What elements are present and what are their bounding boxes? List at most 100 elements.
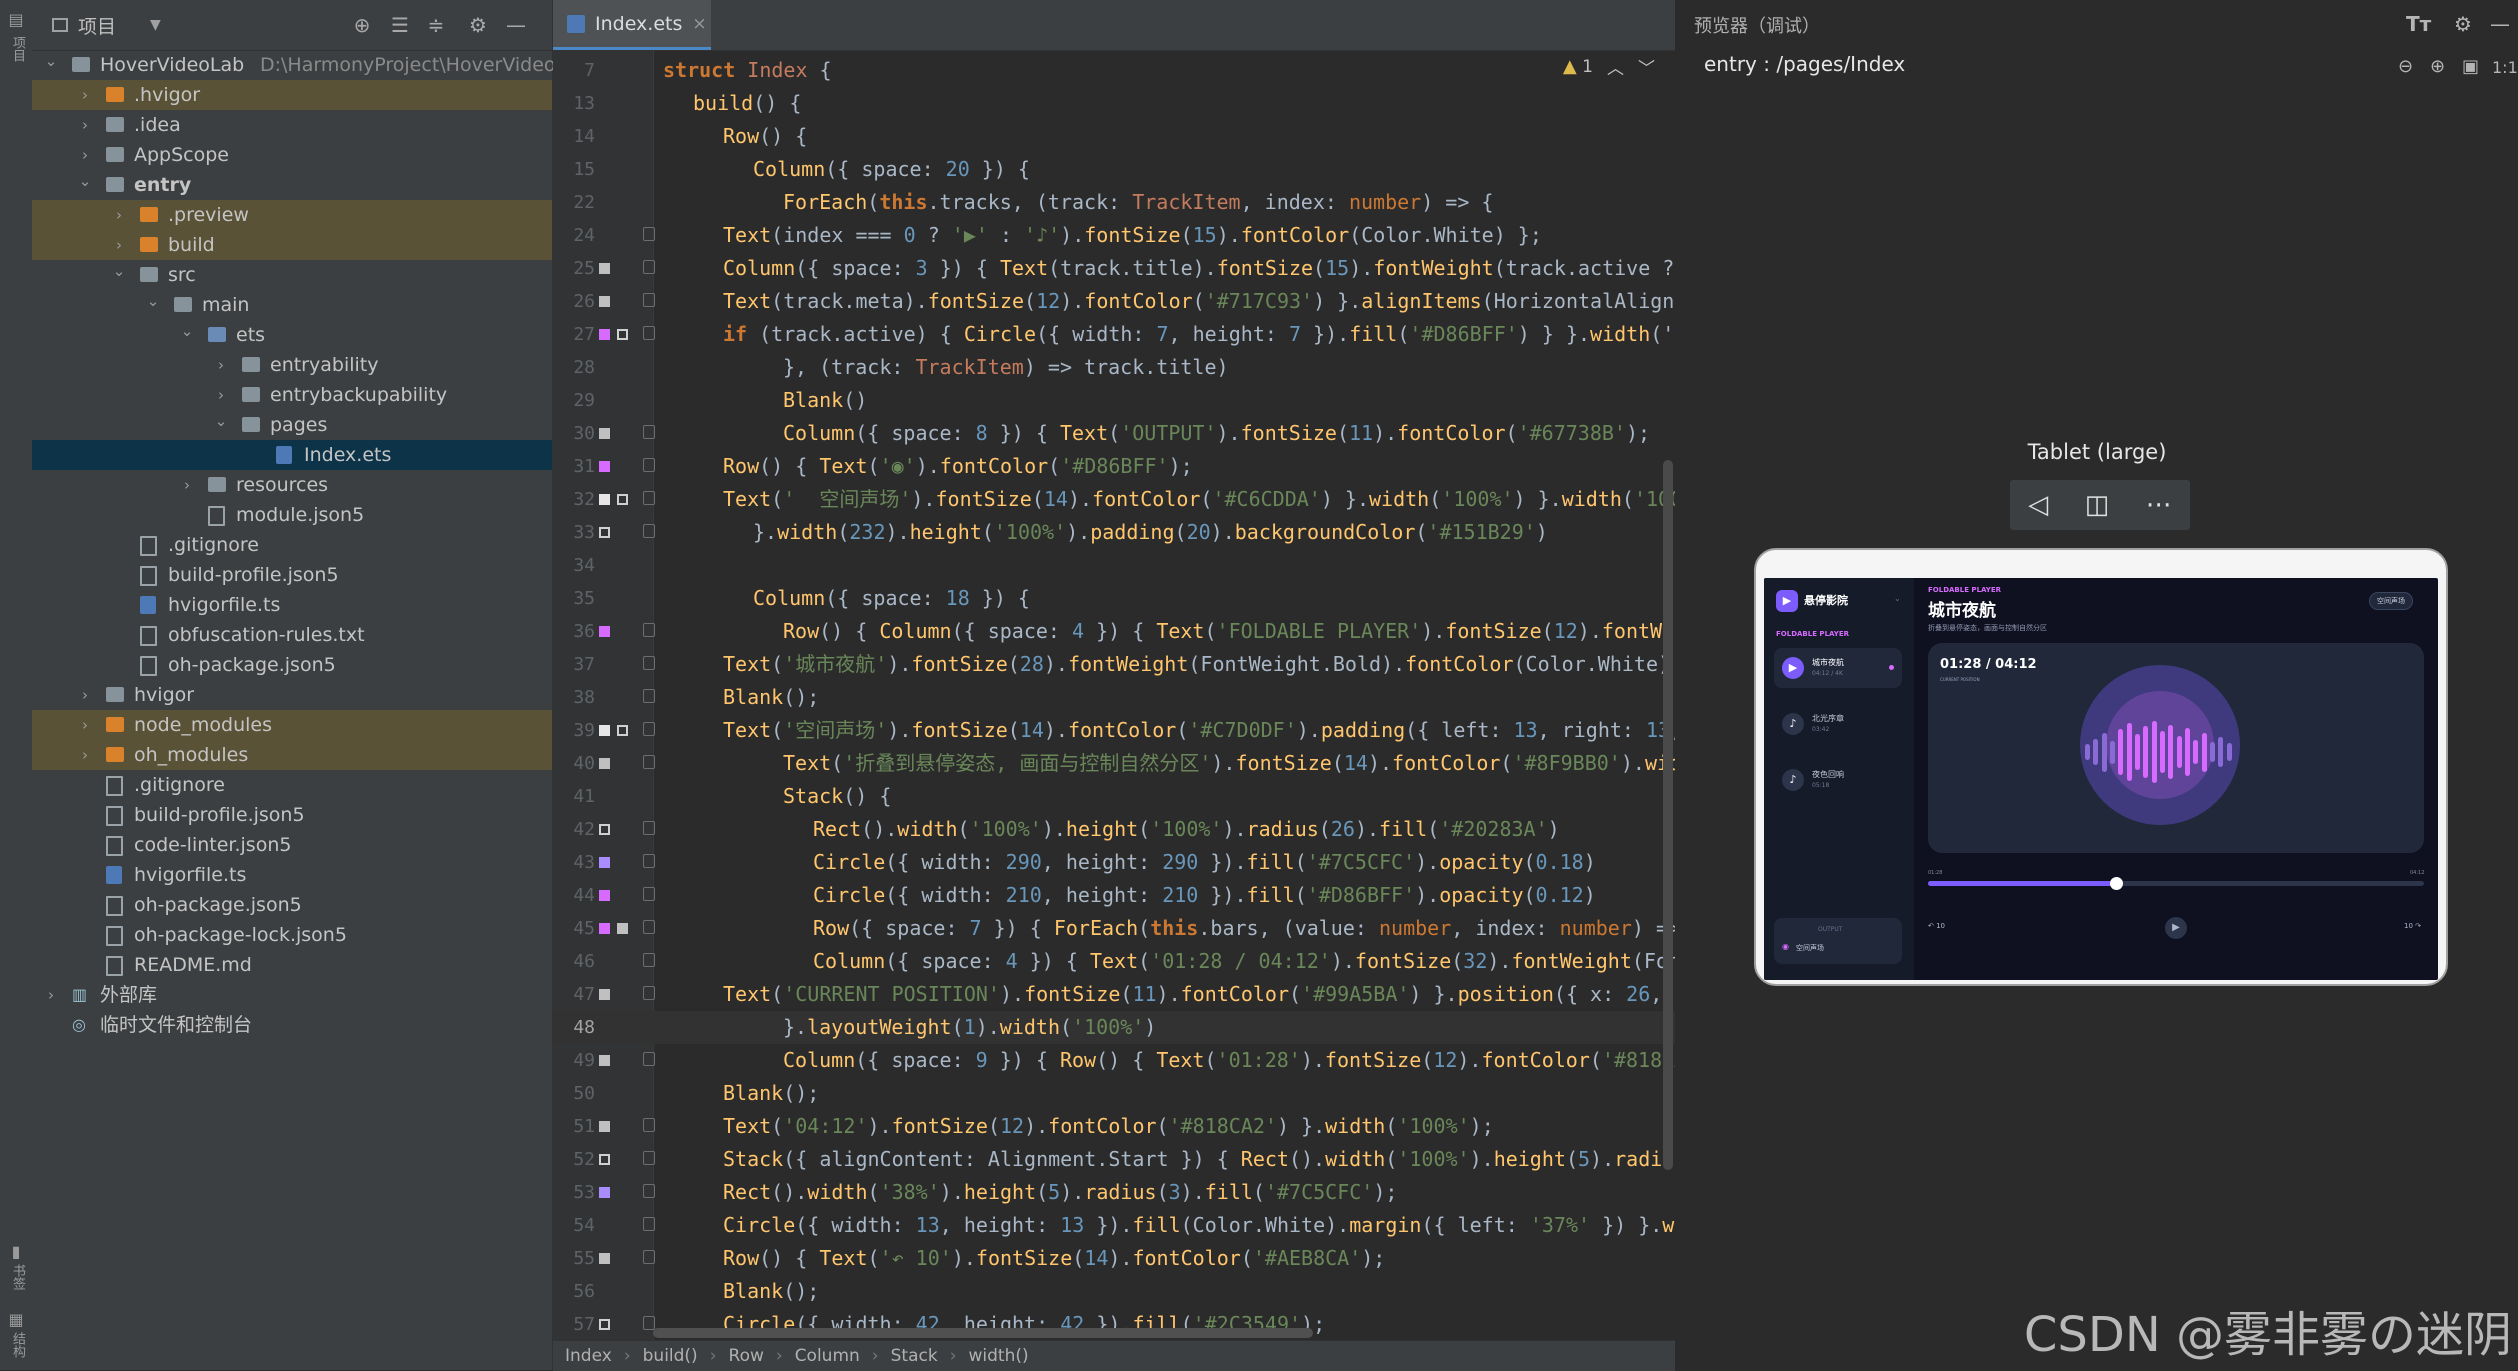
color-swatch-icon[interactable] [599,461,610,472]
fold-icon[interactable] [643,1118,655,1132]
expand-all-icon[interactable]: ☰ [388,13,412,37]
tree-item[interactable]: build-profile.json5 [32,800,552,830]
fold-icon[interactable] [643,953,655,967]
rewind-button[interactable]: ↶ 10 [1928,922,1945,930]
code-line[interactable]: 39 Text('空间声场').fontSize(14).fontColor('#… [553,714,1675,747]
chevron-right-icon[interactable]: › [78,710,92,740]
fit-screen-icon[interactable]: ▣ [2462,56,2479,77]
previous-highlight-icon[interactable]: ︿ [1607,54,1624,79]
code-line[interactable]: 47 Text('CURRENT POSITION').fontSize(11).… [553,978,1675,1011]
color-swatch-icon[interactable] [617,329,628,340]
tree-item[interactable]: › oh_modules [32,740,552,770]
fold-icon[interactable] [643,1217,655,1231]
tree-item[interactable]: .gitignore [32,770,552,800]
tab-index-ets[interactable]: Index.ets × [553,0,711,50]
inspection-widget[interactable]: ▲ 1 ︿ ﹀ [1563,54,1655,79]
color-swatch-icon[interactable] [617,494,628,505]
fold-icon[interactable] [643,887,655,901]
breadcrumb-item[interactable]: Column [795,1346,860,1366]
code-line[interactable]: 36 Row() { Column({ space: 4 }) { Text('F… [553,615,1675,648]
chevron-down-icon[interactable]: ⌄ [180,316,194,346]
color-swatch-icon[interactable] [599,1055,610,1066]
color-swatch-icon[interactable] [599,494,610,505]
tree-item[interactable]: › AppScope [32,140,552,170]
chevron-right-icon[interactable]: › [44,980,58,1010]
video-stage[interactable]: 01:28 / 04:12 CURRENT POSITION [1928,643,2424,853]
breadcrumb-item[interactable]: Index [565,1346,612,1366]
tree-item[interactable]: › ▥ 外部库 [32,980,552,1010]
code-line[interactable]: 51 Text('04:12').fontSize(12).fontColor('… [553,1110,1675,1143]
project-tool-label[interactable]: 项目 [8,36,27,62]
tree-item[interactable]: code-linter.json5 [32,830,552,860]
code-line[interactable]: 29 Blank() [553,384,1675,417]
gear-icon[interactable]: ⚙ [2454,12,2472,36]
structure-icon[interactable]: ▦ [6,1310,26,1330]
bookmark-icon[interactable]: ▮ [6,1242,26,1262]
color-swatch-icon[interactable] [599,824,610,835]
structure-tool-label[interactable]: 结构 [8,1332,27,1358]
fold-icon[interactable] [643,1184,655,1198]
color-swatch-icon[interactable] [599,428,610,439]
chevron-down-icon[interactable]: ⌄ [1894,594,1901,603]
color-swatch-icon[interactable] [599,1253,610,1264]
fold-icon[interactable] [643,755,655,769]
code-line[interactable]: 52 Stack({ alignContent: Alignment.Start … [553,1143,1675,1176]
fold-icon[interactable] [643,227,655,241]
chevron-down-icon[interactable]: ⌄ [44,46,58,76]
tree-item[interactable]: › build [32,230,552,260]
device-screen[interactable]: ▶ 悬停影院 ⌄ FOLDABLE PLAYER ▶ 城市夜航 04:12 / 4K… [1764,578,2438,980]
progress-bar[interactable] [1928,877,2424,890]
fold-icon[interactable] [643,1250,655,1264]
color-swatch-icon[interactable] [599,725,610,736]
tree-item[interactable]: README.md [32,950,552,980]
output-card[interactable]: OUTPUT ◉ 空间声场 [1774,918,1902,964]
color-swatch-icon[interactable] [599,857,610,868]
tree-item[interactable]: ⌄ main [32,290,552,320]
fold-icon[interactable] [643,425,655,439]
code-line[interactable]: 35 Column({ space: 18 }) { [553,582,1675,615]
collapse-all-icon[interactable]: ≑ [424,13,448,37]
code-line[interactable]: 32 Text(' 空间声场').fontSize(14).fontColor('… [553,483,1675,516]
code-line[interactable]: 24 Text(index === 0 ? '▶' : '♪').fontSize… [553,219,1675,252]
code-line[interactable]: 41 Stack() { [553,780,1675,813]
fold-icon[interactable] [643,986,655,1000]
code-area[interactable]: 7 struct Index {13 build() {14 Row() {15 Col… [553,50,1675,1350]
breadcrumb-item[interactable]: build() [643,1346,698,1366]
sound-chip[interactable]: 空间声场 [2369,592,2413,610]
tree-item[interactable]: › resources [32,470,552,500]
fold-icon[interactable] [643,623,655,637]
tree-item[interactable]: hvigorfile.ts [32,860,552,890]
track-item[interactable]: ▶ 城市夜航 04:12 / 4K [1774,648,1902,688]
code-line[interactable]: 56 Blank(); [553,1275,1675,1308]
color-swatch-icon[interactable] [599,296,610,307]
locate-file-icon[interactable]: ⊕ [350,13,374,37]
close-icon[interactable]: × [692,14,706,34]
tree-item[interactable]: obfuscation-rules.txt [32,620,552,650]
tree-item[interactable]: › .idea [32,110,552,140]
tree-item[interactable]: build-profile.json5 [32,560,552,590]
code-line[interactable]: 37 Text('城市夜航').fontSize(28).fontWeight(F… [553,648,1675,681]
tree-item[interactable]: oh-package.json5 [32,650,552,680]
code-line[interactable]: 30 Column({ space: 8 }) { Text('OUTPUT').… [553,417,1675,450]
code-line[interactable]: 46 Column({ space: 4 }) { Text('01:28 / 0… [553,945,1675,978]
code-line[interactable]: 15 Column({ space: 20 }) { [553,153,1675,186]
fold-icon[interactable] [643,854,655,868]
chevron-right-icon[interactable]: › [78,110,92,140]
chevron-right-icon[interactable]: › [180,470,194,500]
code-line[interactable]: 22 ForEach(this.tracks, (track: TrackItem… [553,186,1675,219]
color-swatch-icon[interactable] [617,923,628,934]
tree-item[interactable]: ⌄ src [32,260,552,290]
tree-item[interactable]: ⌄ HoverVideoLab D:\HarmonyProject\HoverVid… [32,50,590,80]
code-line[interactable]: 27 if (track.active) { Circle({ width: 7,… [553,318,1675,351]
tree-item[interactable]: › entryability [32,350,552,380]
zoom-in-icon[interactable]: ⊕ [2430,56,2445,77]
progress-knob[interactable] [2110,877,2124,890]
breadcrumb-item[interactable]: width() [969,1346,1029,1366]
fold-icon[interactable] [643,1151,655,1165]
fold-icon[interactable] [643,920,655,934]
chevron-right-icon[interactable]: › [78,80,92,110]
tree-item[interactable]: ⌄ entry [32,170,552,200]
color-swatch-icon[interactable] [599,1187,610,1198]
code-line[interactable]: 42 Rect().width('100%').height('100%').ra… [553,813,1675,846]
minimize-icon[interactable]: — [2490,12,2510,36]
